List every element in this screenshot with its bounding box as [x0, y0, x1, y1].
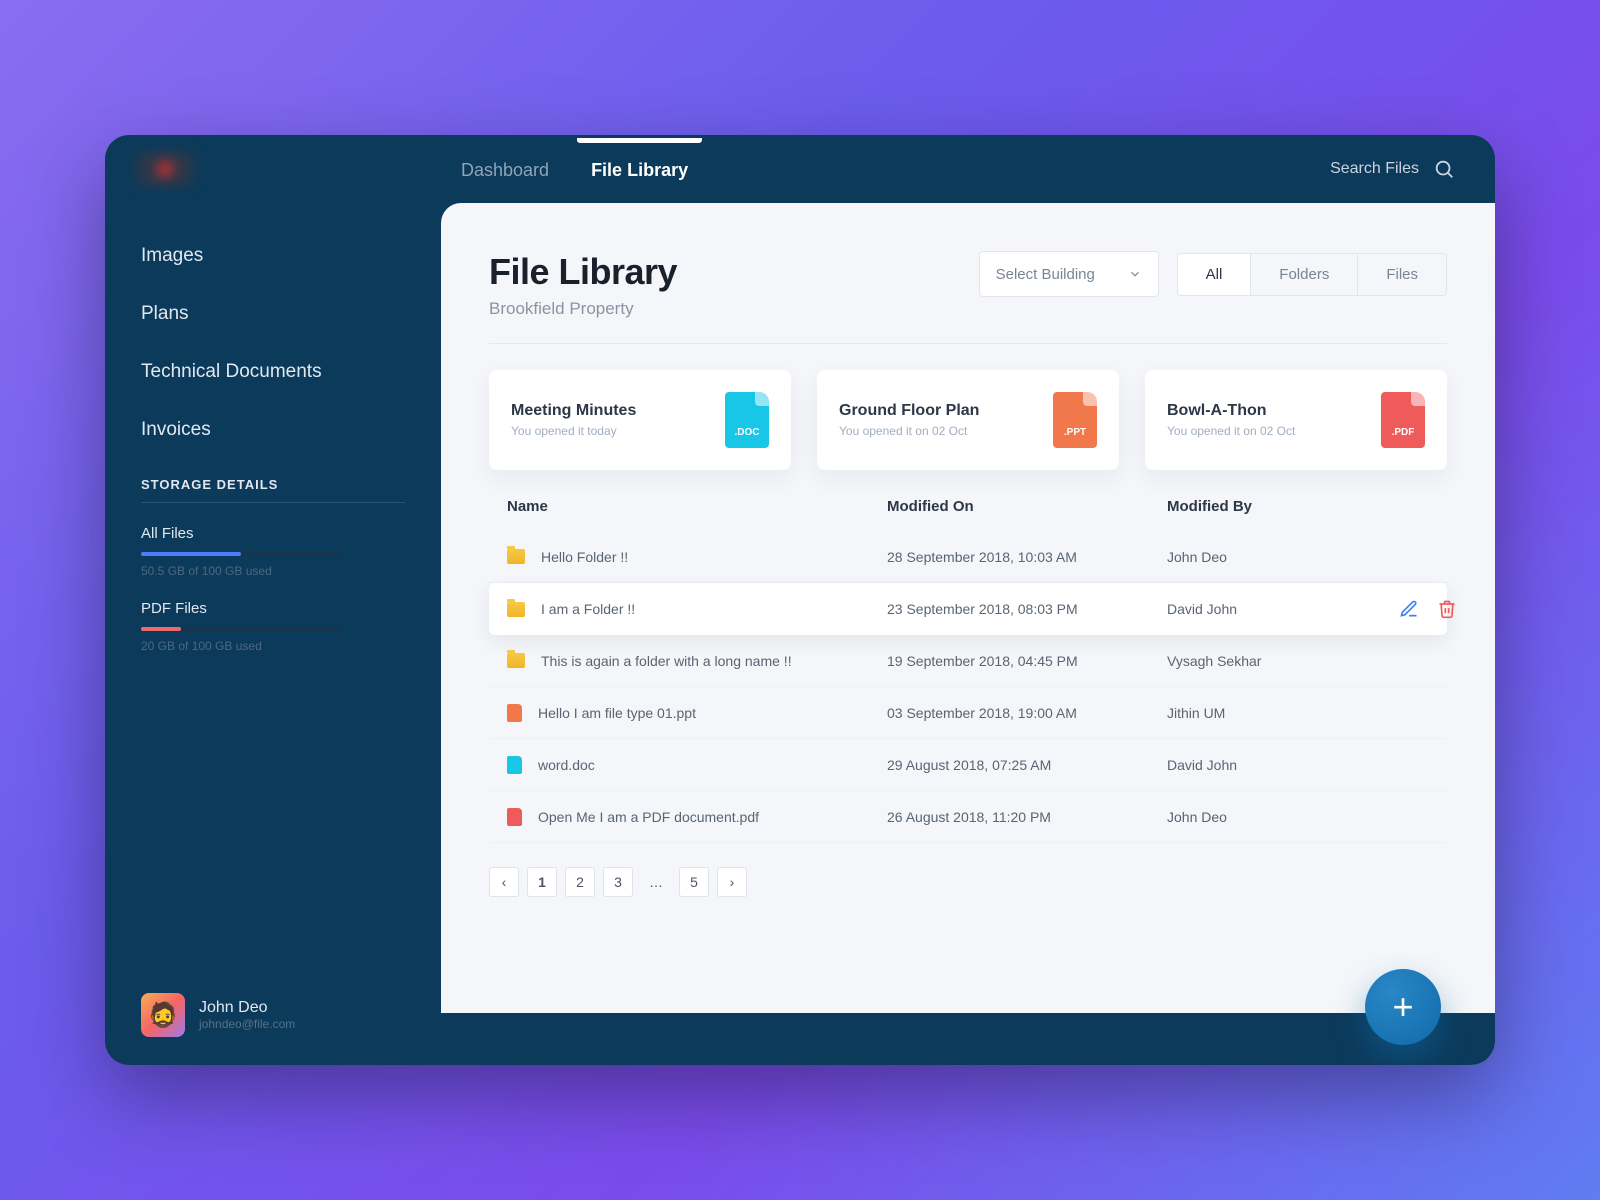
topbar-tabs: Dashboard File Library [461, 138, 688, 201]
page-subtitle: Brookfield Property [489, 299, 677, 319]
card-title: Meeting Minutes [511, 402, 636, 420]
sidebar-item-invoices[interactable]: Invoices [141, 401, 405, 459]
row-name: Hello Folder !! [541, 549, 628, 565]
row-by: Jithin UM [1167, 705, 1367, 721]
search-icon [1433, 158, 1455, 180]
col-by: Modified By [1167, 498, 1367, 515]
recent-cards: Meeting Minutes You opened it today .DOC… [489, 370, 1447, 470]
row-modified: 29 August 2018, 07:25 AM [887, 757, 1167, 773]
user-block[interactable]: 🧔 John Deo johndeo@file.com [141, 993, 405, 1037]
row-by: John Deo [1167, 809, 1367, 825]
row-by: David John [1167, 757, 1367, 773]
row-modified: 19 September 2018, 04:45 PM [887, 653, 1167, 669]
segment-files[interactable]: Files [1357, 254, 1446, 295]
topbar: Dashboard File Library Search Files [105, 135, 1495, 203]
footer-bar [441, 1013, 1495, 1065]
sidebar-item-images[interactable]: Images [141, 227, 405, 285]
row-by: David John [1167, 601, 1367, 617]
table-row[interactable]: word.doc 29 August 2018, 07:25 AM David … [489, 739, 1447, 791]
file-type-icon: .PDF [1381, 392, 1425, 448]
file-table: Name Modified On Modified By Hello Folde… [489, 498, 1447, 843]
pagination: ‹ 123 … 5 › [489, 867, 1447, 897]
col-name: Name [507, 498, 887, 515]
storage-title: STORAGE DETAILS [141, 477, 405, 503]
chevron-down-icon [1128, 267, 1142, 281]
card-subtitle: You opened it on 02 Oct [839, 424, 979, 438]
avatar: 🧔 [141, 993, 185, 1037]
file-type-icon: .DOC [725, 392, 769, 448]
card-title: Ground Floor Plan [839, 402, 979, 420]
add-fab[interactable]: + [1365, 969, 1441, 1045]
storage-info: 20 GB of 100 GB used [141, 639, 405, 653]
table-row[interactable]: Hello I am file type 01.ppt 03 September… [489, 687, 1447, 739]
edit-icon[interactable] [1399, 599, 1419, 619]
row-name: Hello I am file type 01.ppt [538, 705, 696, 721]
row-modified: 03 September 2018, 19:00 AM [887, 705, 1167, 721]
row-modified: 23 September 2018, 08:03 PM [887, 601, 1167, 617]
search-button[interactable]: Search Files [1330, 158, 1455, 180]
select-label: Select Building [996, 266, 1095, 283]
app-window: Dashboard File Library Search Files Image… [105, 135, 1495, 1065]
search-label: Search Files [1330, 160, 1419, 178]
pager-page: … [641, 867, 671, 897]
table-header: Name Modified On Modified By [489, 498, 1447, 531]
table-row[interactable]: Hello Folder !! 28 September 2018, 10:03… [489, 531, 1447, 583]
storage-all-files: All Files 50.5 GB of 100 GB used [141, 525, 405, 578]
building-select[interactable]: Select Building [979, 251, 1159, 297]
sidebar-item-technical-documents[interactable]: Technical Documents [141, 343, 405, 401]
row-modified: 26 August 2018, 11:20 PM [887, 809, 1167, 825]
table-row[interactable]: I am a Folder !! 23 September 2018, 08:0… [489, 583, 1447, 635]
sidebar: ImagesPlansTechnical DocumentsInvoices S… [105, 203, 441, 1065]
body: ImagesPlansTechnical DocumentsInvoices S… [105, 203, 1495, 1065]
storage-label: All Files [141, 525, 405, 542]
storage-bar [141, 552, 341, 556]
file-type-icon: .PPT [1053, 392, 1097, 448]
file-icon [507, 808, 522, 826]
card-subtitle: You opened it today [511, 424, 636, 438]
delete-icon[interactable] [1437, 599, 1457, 619]
card-title: Bowl-A-Thon [1167, 402, 1295, 420]
file-icon [507, 756, 522, 774]
main: File Library Brookfield Property Select … [441, 203, 1495, 1065]
user-email: johndeo@file.com [199, 1017, 295, 1031]
file-icon [507, 704, 522, 722]
tab-dashboard[interactable]: Dashboard [461, 138, 549, 201]
card-subtitle: You opened it on 02 Oct [1167, 424, 1295, 438]
app-logo [137, 152, 193, 186]
folder-icon [507, 549, 525, 564]
row-name: Open Me I am a PDF document.pdf [538, 809, 759, 825]
row-by: John Deo [1167, 549, 1367, 565]
filter-segment: AllFoldersFiles [1177, 253, 1447, 296]
pager-page[interactable]: 3 [603, 867, 633, 897]
pager-next[interactable]: › [717, 867, 747, 897]
storage-pdf-files: PDF Files 20 GB of 100 GB used [141, 600, 405, 653]
recent-card[interactable]: Ground Floor Plan You opened it on 02 Oc… [817, 370, 1119, 470]
row-name: I am a Folder !! [541, 601, 635, 617]
pager-prev[interactable]: ‹ [489, 867, 519, 897]
storage-label: PDF Files [141, 600, 405, 617]
pager-page[interactable]: 5 [679, 867, 709, 897]
tab-file-library[interactable]: File Library [591, 138, 688, 201]
table-row[interactable]: Open Me I am a PDF document.pdf 26 Augus… [489, 791, 1447, 843]
page-title: File Library [489, 251, 677, 293]
recent-card[interactable]: Bowl-A-Thon You opened it on 02 Oct .PDF [1145, 370, 1447, 470]
pager-page[interactable]: 1 [527, 867, 557, 897]
storage-bar [141, 627, 341, 631]
table-row[interactable]: This is again a folder with a long name … [489, 635, 1447, 687]
sidebar-item-plans[interactable]: Plans [141, 285, 405, 343]
recent-card[interactable]: Meeting Minutes You opened it today .DOC [489, 370, 791, 470]
segment-folders[interactable]: Folders [1250, 254, 1357, 295]
page-header: File Library Brookfield Property Select … [489, 251, 1447, 344]
folder-icon [507, 653, 525, 668]
row-name: word.doc [538, 757, 595, 773]
row-modified: 28 September 2018, 10:03 AM [887, 549, 1167, 565]
row-name: This is again a folder with a long name … [541, 653, 792, 669]
user-name: John Deo [199, 999, 295, 1017]
col-modified: Modified On [887, 498, 1167, 515]
storage-info: 50.5 GB of 100 GB used [141, 564, 405, 578]
folder-icon [507, 602, 525, 617]
pager-page[interactable]: 2 [565, 867, 595, 897]
segment-all[interactable]: All [1178, 254, 1251, 295]
row-by: Vysagh Sekhar [1167, 653, 1367, 669]
